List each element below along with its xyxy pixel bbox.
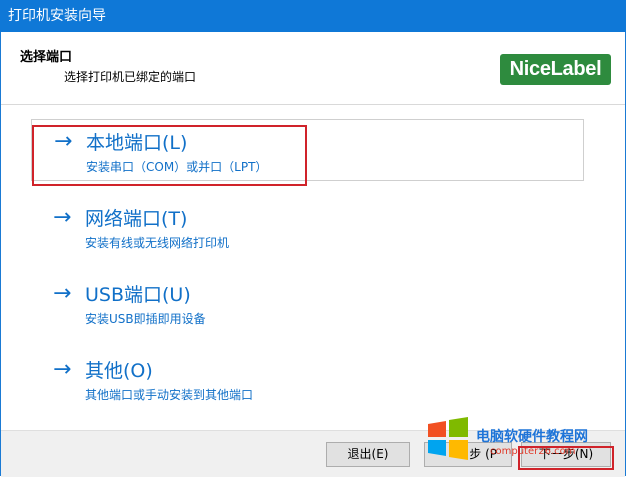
option-network-port[interactable]: → 网络端口(T) 安装有线或无线网络打印机 [31,196,584,258]
port-options: → 本地端口(L) 安装串口（COM）或并口（LPT） → 网络端口(T) 安装… [1,105,625,430]
arrow-right-icon: → [53,205,72,230]
wizard-header: 选择端口 选择打印机已绑定的端口 NiceLabel [1,32,625,105]
option-title: 本地端口(L) [86,132,188,154]
exit-button[interactable]: 退出(E) [326,442,410,467]
windows-logo-icon [428,417,468,460]
watermark-url: computer26.com [490,446,576,457]
option-description: 安装串口（COM）或并口（LPT） [86,160,268,174]
page-subtitle: 选择打印机已绑定的端口 [64,70,197,84]
option-other-port[interactable]: → 其他(O) 其他端口或手动安装到其他端口 [31,348,584,410]
option-title: 网络端口(T) [85,208,188,230]
arrow-right-icon: → [53,281,72,306]
watermark-text: 电脑软硬件教程网 [476,429,588,445]
window-title: 打印机安装向导 [8,8,106,24]
arrow-right-icon: → [53,357,72,382]
option-description: 安装USB即插即用设备 [85,312,206,326]
option-description: 安装有线或无线网络打印机 [85,236,230,250]
option-usb-port[interactable]: → USB端口(U) 安装USB即插即用设备 [31,272,584,334]
nicelabel-logo: NiceLabel [500,54,611,85]
option-title: USB端口(U) [85,284,191,306]
page-title: 选择端口 [20,50,73,65]
option-local-port[interactable]: → 本地端口(L) 安装串口（COM）或并口（LPT） [31,119,584,181]
title-bar: 打印机安装向导 [0,0,626,32]
option-description: 其他端口或手动安装到其他端口 [85,388,254,402]
option-title: 其他(O) [85,360,153,382]
arrow-right-icon: → [54,129,73,154]
